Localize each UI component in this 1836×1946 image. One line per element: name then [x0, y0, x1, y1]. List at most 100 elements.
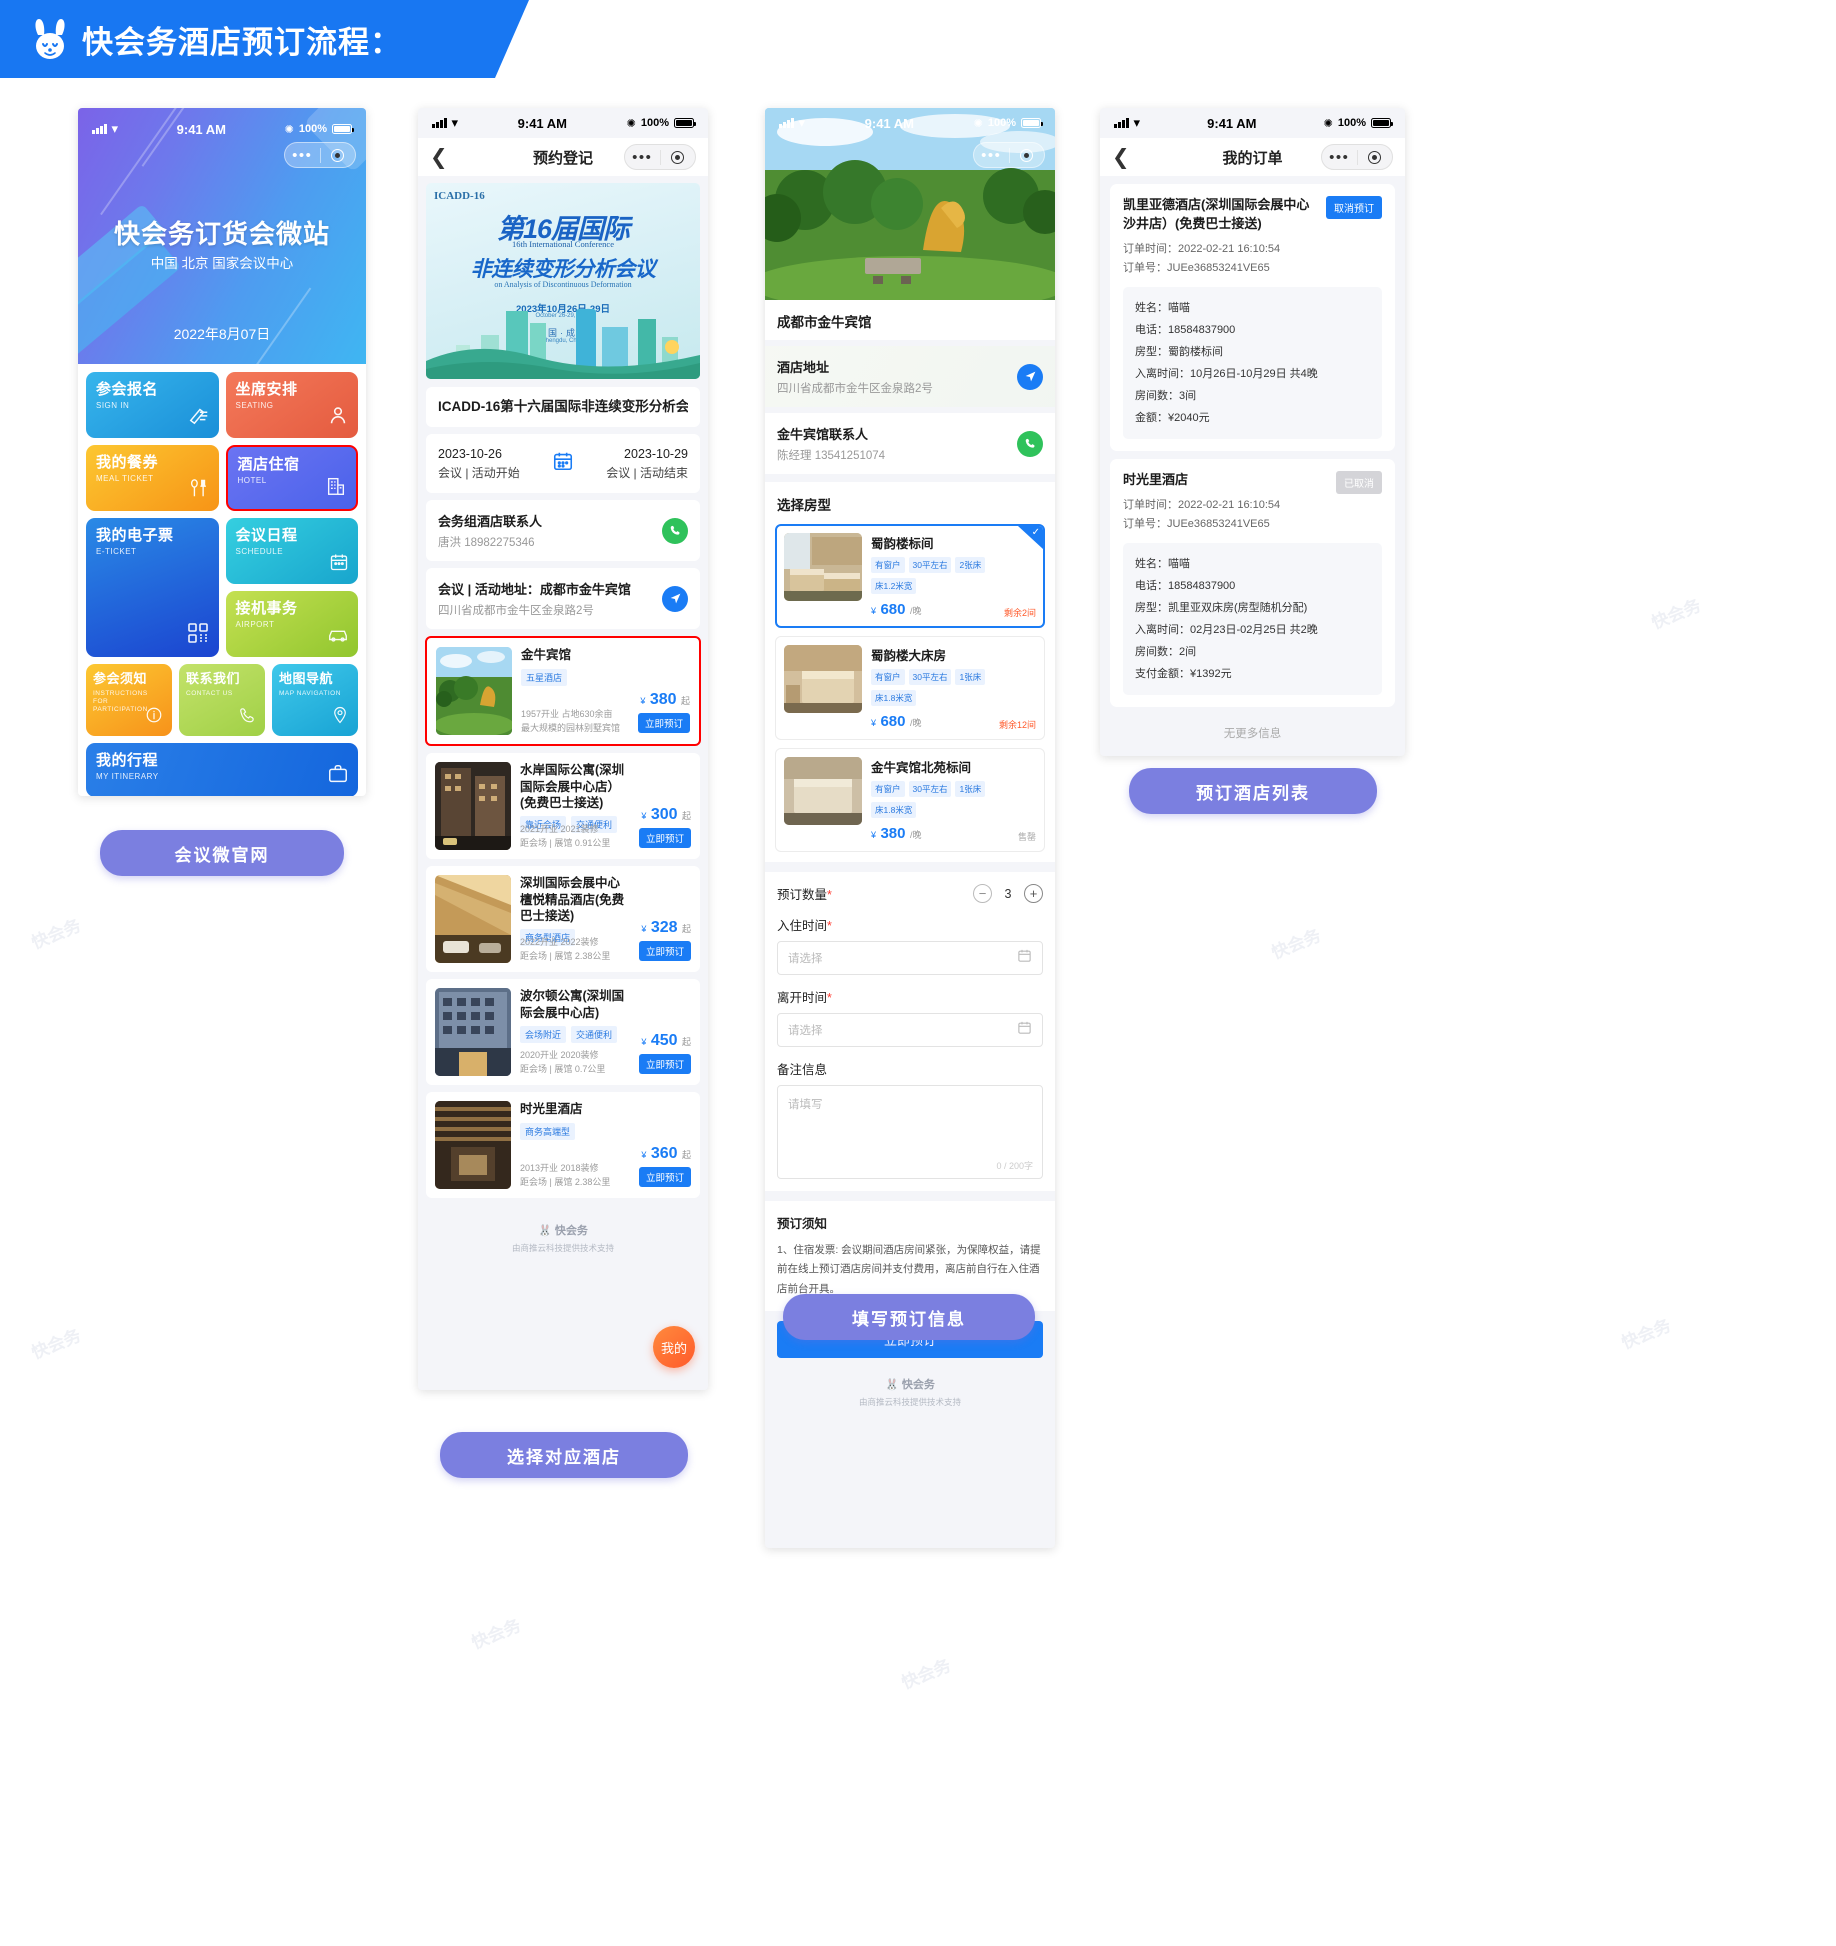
navigation-icon[interactable] — [1017, 363, 1043, 390]
back-icon[interactable]: ❮ — [1112, 147, 1130, 168]
hotel-card[interactable]: 时光里酒店 商务高端型 2013开业 2018装修 距会场 | 展馆 2.38公… — [426, 1092, 700, 1199]
room-tag: 30平左右 — [908, 781, 952, 797]
book-now-button[interactable]: 立即预订 — [637, 713, 690, 734]
book-now-button[interactable]: 立即预订 — [638, 1054, 691, 1075]
price-value: 300 — [650, 806, 678, 824]
hotel-meta: 2021开业 2021装修 距会场 | 展馆 0.91公里 — [520, 822, 610, 851]
hotel-address-card[interactable]: 酒店地址 四川省成都市金牛区金泉路2号 — [765, 346, 1055, 407]
mini-program-capsule[interactable]: ••• — [624, 144, 696, 170]
tile-sublabel: CONTACT US — [186, 689, 233, 697]
tile-airport[interactable]: 接机事务 AIRPORT — [225, 591, 358, 657]
tile-contact-us[interactable]: 联系我们 CONTACT US — [179, 664, 265, 736]
tile-meal-ticket[interactable]: 我的餐券 MEAL TICKET — [86, 445, 219, 511]
hotel-photo — [435, 1101, 511, 1190]
venue-address-card[interactable]: 会议 | 活动地址：成都市金牛宾馆 四川省成都市金牛区金泉路2号 — [426, 568, 700, 630]
home-hero-subtitle: 中国 北京 国家会议中心 — [150, 256, 294, 271]
book-now-button[interactable]: 立即预订 — [638, 828, 691, 849]
page-title: 快会务酒店预订流程： — [82, 24, 402, 60]
order-card[interactable]: 时光里酒店 已取消 订单时间：2022-02-21 16:10:54 订单号：J… — [1110, 458, 1395, 707]
hotel-list-body[interactable]: ICADD-16 第16届国际 16th International Confe… — [418, 176, 708, 1390]
address-title: 酒店地址 — [777, 360, 830, 375]
book-now-button[interactable]: 立即预订 — [638, 941, 691, 962]
tile-hotel[interactable]: 酒店住宿 HOTEL — [225, 445, 358, 511]
my-account-fab[interactable]: 我的 — [653, 1326, 695, 1368]
tile-label: 接机事务 — [235, 600, 298, 617]
hotel-name: 成都市金牛宾馆 — [777, 315, 872, 330]
tile-sign-in[interactable]: 参会报名 SIGN IN — [86, 372, 219, 438]
room-price: ¥ 380 /晚 — [871, 825, 921, 843]
back-icon[interactable]: ❮ — [430, 147, 448, 168]
signal-icon — [432, 118, 447, 128]
conference-dates-card: 2023-10-26 会议 | 活动开始 2023-10-29 会议 | 活动结… — [426, 434, 700, 494]
checkin-date-field[interactable]: 请选择 — [777, 941, 1043, 975]
mini-program-capsule[interactable]: ••• — [1321, 144, 1393, 170]
mini-program-capsule[interactable]: ••• — [284, 142, 356, 168]
hotel-name: 水岸国际公寓(深圳国际会展中心店）(免费巴士接送) — [520, 763, 625, 810]
mini-program-capsule[interactable]: ••• — [973, 142, 1045, 168]
room-card-selected[interactable]: 蜀韵楼标间 有窗户 30平左右 2张床 床1.2米宽 ¥ 680 /晚 剩余2间 — [775, 524, 1045, 628]
wifi-icon: ▾ — [111, 121, 119, 136]
quantity-stepper[interactable]: − 3 + — [973, 884, 1043, 903]
price-unit: 起 — [680, 696, 690, 707]
footer-brand: 🐰 快会务 — [885, 1379, 935, 1392]
tile-instructions[interactable]: 参会须知 INSTRUCTIONS FOR PARTICIPATION — [86, 664, 172, 736]
tile-map-navigation[interactable]: 地图导航 MAP NAVIGATION — [272, 664, 358, 736]
room-card[interactable]: 蜀韵楼大床房 有窗户 30平左右 1张床 床1.8米宽 ¥ 680 /晚 剩余1… — [775, 636, 1045, 740]
price-value: 328 — [650, 919, 678, 937]
watermark: 快会务 — [1649, 595, 1704, 633]
hotel-meta: 2020开业 2020装修 距会场 | 展馆 0.7公里 — [520, 1048, 605, 1077]
status-bar: ▾ 9:41 AM ✺ 100% — [1100, 108, 1405, 138]
caption-text: 预订酒店列表 — [1196, 783, 1310, 803]
room-stock: 售罄 — [1017, 832, 1036, 842]
room-tag: 床1.2米宽 — [871, 578, 917, 594]
battery-icon — [331, 124, 354, 134]
phone-screen-hotel-list: ▾ 9:41 AM ✺ 100% ❮ 预约登记 ••• ICADD-16 第16… — [418, 108, 708, 1390]
price-unit: /晚 — [909, 606, 922, 616]
tile-my-itinerary[interactable]: 我的行程 MY ITINERARY — [86, 743, 358, 796]
tile-seating[interactable]: 坐席安排 SEATING — [225, 372, 358, 438]
order-detail-line: 电话：18584837900 — [1135, 579, 1236, 592]
caption-text: 会议微官网 — [174, 845, 270, 865]
room-tag: 有窗户 — [871, 557, 905, 573]
room-stock: 剩余12间 — [998, 720, 1036, 730]
calendar-icon — [329, 552, 349, 577]
calendar-icon[interactable] — [1017, 948, 1032, 968]
phone-icon[interactable] — [1017, 430, 1043, 457]
wifi-icon: ▾ — [798, 115, 806, 130]
caption-text: 填写预订信息 — [852, 1309, 966, 1329]
remark-textarea[interactable]: 请填写 0 / 200字 — [777, 1085, 1043, 1179]
decrement-button[interactable]: − — [973, 884, 992, 903]
tile-e-ticket[interactable]: 我的电子票 E-TICKET — [86, 518, 219, 657]
hotel-card[interactable]: 波尔顿公寓(深圳国际会展中心店) 会场附近 交通便利 2020开业 2020装修… — [426, 979, 700, 1086]
signal-icon — [92, 124, 107, 134]
hotel-card[interactable]: 深圳国际会展中心檀悦精品酒店(免费巴士接送) 商务型酒店 2022开业 2022… — [426, 866, 700, 973]
navigation-icon[interactable] — [662, 585, 688, 612]
room-info: 金牛宾馆北苑标间 有窗户 30平左右 1张床 床1.8米宽 ¥ 380 /晚 售… — [871, 757, 1036, 843]
hotel-card[interactable]: 水岸国际公寓(深圳国际会展中心店）(免费巴士接送) 靠近会场 交通便利 2021… — [426, 753, 700, 860]
hotel-tag: 会场附近 — [520, 1025, 567, 1043]
calendar-icon[interactable] — [1017, 1020, 1032, 1040]
room-info: 蜀韵楼大床房 有窗户 30平左右 1张床 床1.8米宽 ¥ 680 /晚 剩余1… — [871, 645, 1036, 731]
phone-icon[interactable] — [662, 517, 688, 544]
hotel-card-selected[interactable]: 金牛宾馆 五星酒店 1957开业 占地630余亩 最大规模的园林别墅宾馆 ¥ 3… — [425, 636, 701, 747]
order-card[interactable]: 凯里亚德酒店(深圳国际会展中心沙井店）(免费巴士接送) 取消预订 订单时间：20… — [1110, 184, 1395, 451]
currency-symbol: ¥ — [641, 1037, 647, 1048]
hotel-meta-line1: 2022开业 2022装修 — [520, 936, 599, 947]
conference-title: ICADD-16第十六届国际非连续变形分析会议 — [438, 399, 688, 414]
cancel-booking-button[interactable]: 取消预订 — [1326, 196, 1382, 219]
room-price: ¥ 680 /晚 — [871, 713, 921, 731]
book-now-button[interactable]: 立即预订 — [638, 1167, 691, 1188]
hotel-contact-card[interactable]: 金牛宾馆联系人 陈经理 13541251074 — [765, 413, 1055, 474]
increment-button[interactable]: + — [1024, 884, 1043, 903]
conference-title-card: ICADD-16第十六届国际非连续变形分析会议 — [426, 387, 700, 428]
checkout-date-field[interactable]: 请选择 — [777, 1013, 1043, 1047]
battery-percent: 100% — [640, 117, 669, 129]
hotel-list: 金牛宾馆 五星酒店 1957开业 占地630余亩 最大规模的园林别墅宾馆 ¥ 3… — [418, 636, 708, 1199]
room-card[interactable]: 金牛宾馆北苑标间 有窗户 30平左右 1张床 床1.8米宽 ¥ 380 /晚 售… — [775, 748, 1045, 852]
bluetooth-icon: ✺ — [1323, 117, 1333, 130]
tile-label: 我的电子票 — [96, 527, 174, 544]
room-tag: 30平左右 — [908, 669, 952, 685]
organizer-contact-card[interactable]: 会务组酒店联系人 唐洪 18982275346 — [426, 500, 700, 562]
room-price: ¥ 680 /晚 — [871, 601, 921, 619]
tile-schedule[interactable]: 会议日程 SCHEDULE — [225, 518, 358, 584]
